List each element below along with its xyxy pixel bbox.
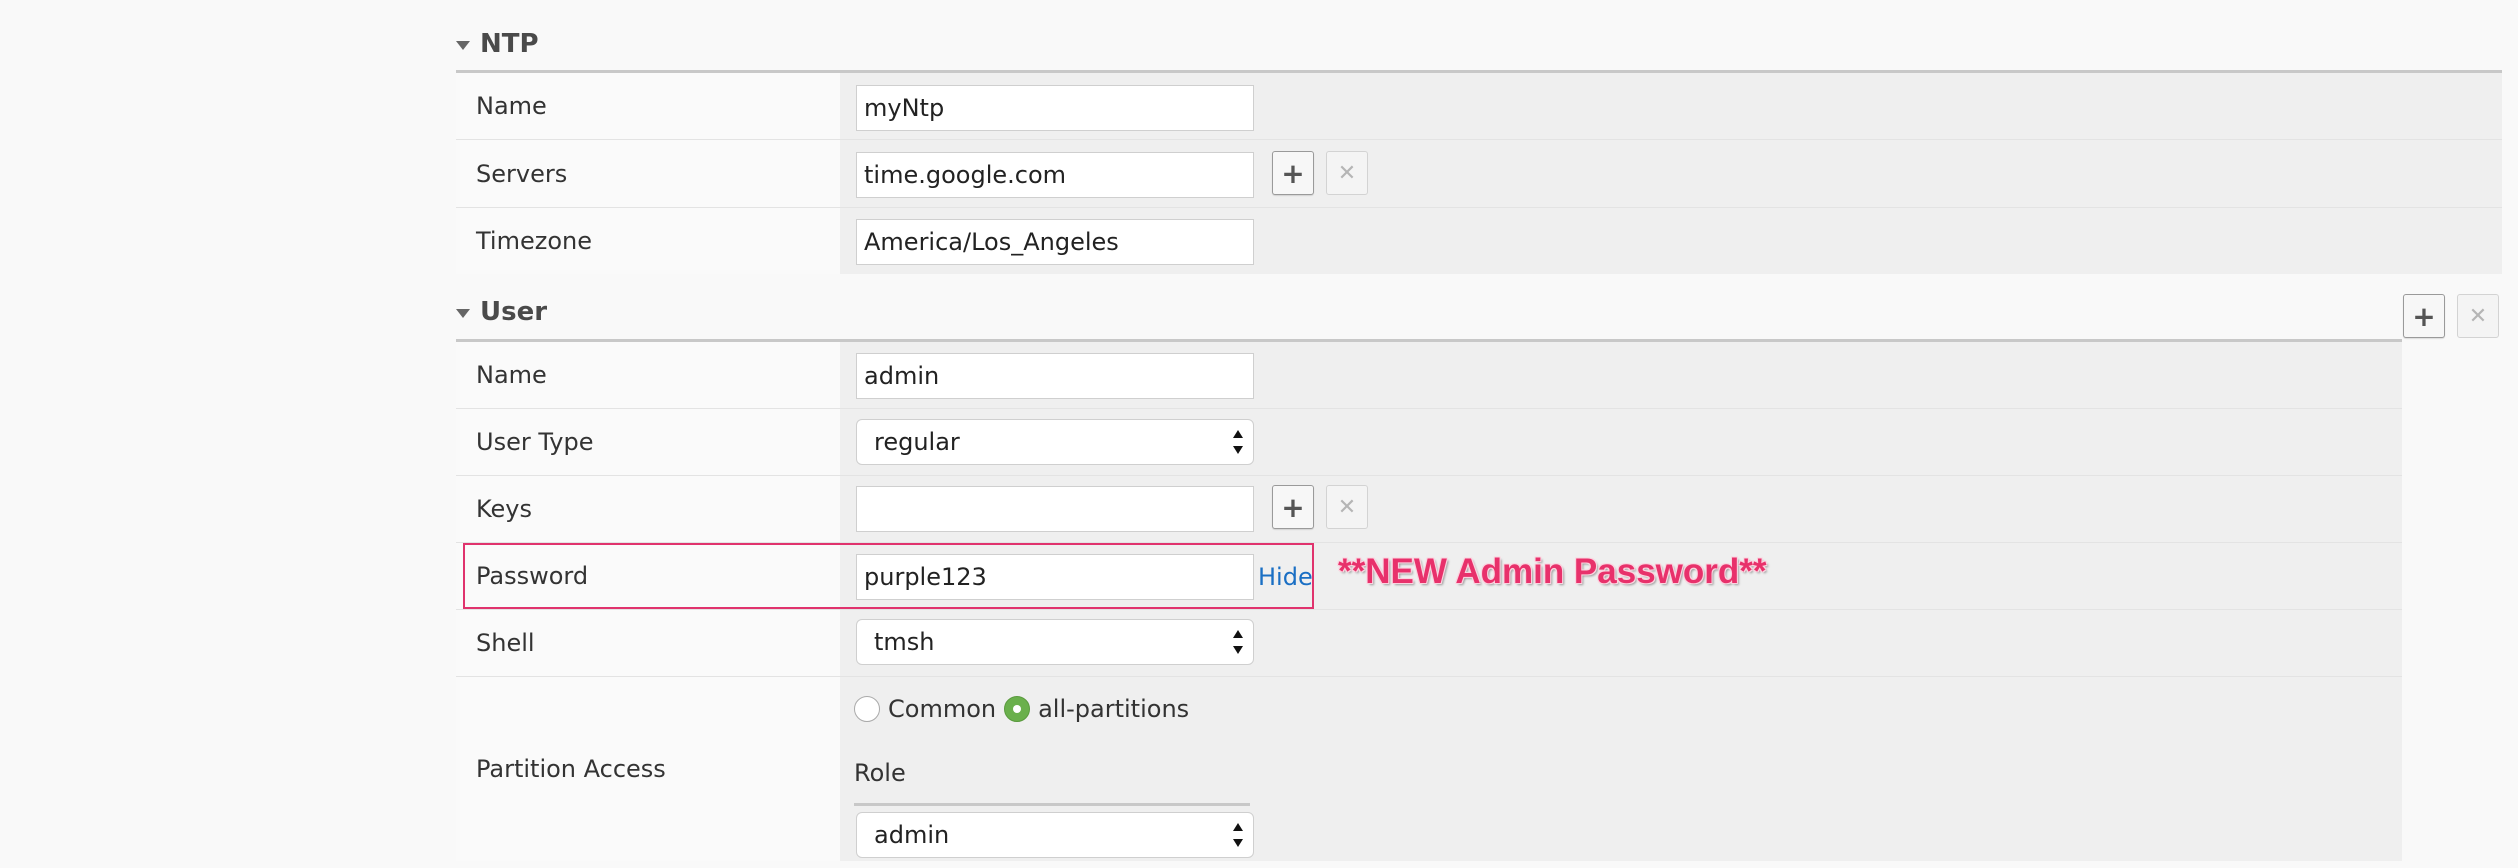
remove-user-button[interactable]: ✕: [2457, 294, 2499, 338]
user-name-cell: [840, 342, 2402, 408]
user-keys-row: Keys + ✕: [456, 476, 2402, 543]
user-password-label: Password: [456, 543, 840, 609]
plus-icon: +: [1281, 156, 1305, 190]
ntp-section-title: NTP: [480, 29, 539, 59]
close-icon: ✕: [1337, 160, 1357, 186]
plus-icon: +: [1281, 490, 1305, 524]
caret-down-icon: [456, 308, 470, 318]
user-name-label: Name: [456, 342, 840, 408]
user-type-cell: regular: [840, 409, 2402, 475]
role-select[interactable]: admin: [856, 812, 1254, 858]
remove-key-button[interactable]: ✕: [1326, 485, 1368, 529]
ntp-servers-cell: + ✕: [840, 140, 2502, 207]
user-shell-label: Shell: [456, 610, 840, 676]
add-key-button[interactable]: +: [1272, 485, 1314, 529]
user-name-row: Name: [456, 342, 2402, 409]
ntp-servers-input[interactable]: [856, 152, 1254, 198]
close-icon: ✕: [1337, 494, 1357, 520]
ntp-section-toggle[interactable]: NTP: [456, 22, 539, 66]
ntp-name-label: Name: [456, 73, 840, 139]
ntp-name-input[interactable]: [856, 85, 1254, 131]
add-user-button[interactable]: +: [2403, 294, 2445, 338]
config-page: NTP Name Servers + ✕ Timezone User: [0, 0, 2518, 868]
user-shell-select[interactable]: tmsh: [856, 619, 1254, 665]
user-shell-cell: tmsh: [840, 610, 2402, 676]
ntp-timezone-input[interactable]: [856, 219, 1254, 265]
select-arrows-icon: [1233, 629, 1243, 655]
caret-down-icon: [456, 40, 470, 50]
radio-all-partitions-label: all-partitions: [1038, 695, 1190, 723]
user-type-label: User Type: [456, 409, 840, 475]
radio-all-partitions[interactable]: [1004, 696, 1031, 722]
password-annotation: **NEW Admin Password**: [1338, 552, 1767, 591]
plus-icon: +: [2412, 299, 2436, 333]
password-hide-link[interactable]: Hide: [1258, 563, 1313, 591]
user-shell-selected: tmsh: [874, 628, 935, 656]
ntp-add-server-button[interactable]: +: [1272, 151, 1314, 195]
ntp-name-row: Name: [456, 73, 2502, 140]
ntp-timezone-row: Timezone: [456, 208, 2502, 274]
radio-common[interactable]: [854, 696, 880, 722]
ntp-servers-label: Servers: [456, 140, 840, 207]
partition-radio-group: Common all-partitions: [854, 695, 1197, 723]
partition-access-row: Partition Access Common all-partitions R…: [456, 677, 2402, 861]
user-type-selected: regular: [874, 428, 960, 456]
radio-common-label: Common: [888, 695, 997, 723]
user-type-select[interactable]: regular: [856, 419, 1254, 465]
ntp-servers-row: Servers + ✕: [456, 140, 2502, 208]
user-keys-label: Keys: [456, 476, 840, 542]
partition-access-label: Partition Access: [456, 677, 840, 861]
role-label: Role: [854, 759, 906, 787]
user-keys-cell: + ✕: [840, 476, 2402, 542]
user-section-title: User: [480, 297, 548, 327]
ntp-timezone-cell: [840, 208, 2502, 274]
ntp-remove-server-button[interactable]: ✕: [1326, 151, 1368, 195]
user-name-input[interactable]: [856, 353, 1254, 399]
select-arrows-icon: [1233, 429, 1243, 455]
user-type-row: User Type regular: [456, 409, 2402, 476]
close-icon: ✕: [2468, 303, 2488, 329]
ntp-name-cell: [840, 73, 2502, 139]
user-shell-row: Shell tmsh: [456, 610, 2402, 677]
user-keys-input[interactable]: [856, 486, 1254, 532]
partition-access-cell: Common all-partitions Role admin: [840, 677, 2402, 861]
user-section-toggle[interactable]: User: [456, 290, 547, 334]
select-arrows-icon: [1233, 822, 1243, 848]
user-password-input[interactable]: [856, 554, 1254, 600]
ntp-timezone-label: Timezone: [456, 208, 840, 274]
role-selected: admin: [874, 821, 950, 849]
role-divider: [854, 803, 1250, 806]
